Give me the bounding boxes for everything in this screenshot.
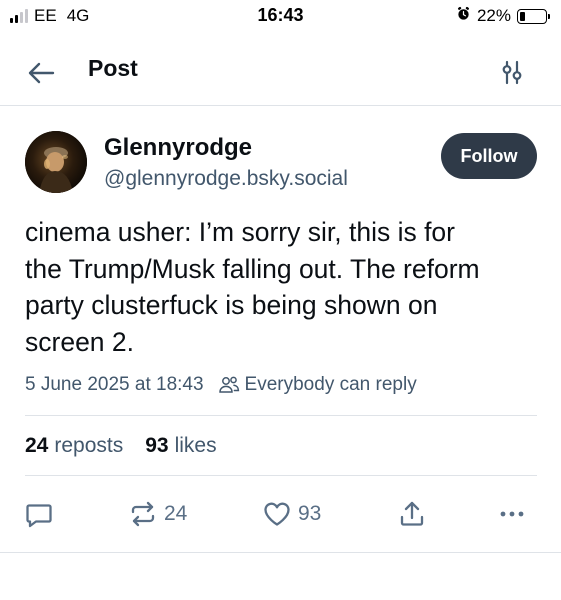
repost-count: 24 [164, 502, 188, 525]
author-handle[interactable]: @glennyrodge.bsky.social [104, 167, 348, 191]
post-timestamp: 5 June 2025 at 18:43 [25, 374, 204, 395]
share-icon [400, 501, 424, 526]
post-header: Post [0, 40, 561, 106]
back-button[interactable] [24, 56, 58, 90]
thread-settings-button[interactable] [495, 55, 529, 89]
more-options-button[interactable] [497, 497, 527, 531]
sliders-icon [502, 60, 522, 85]
alarm-icon [456, 6, 471, 26]
avatar[interactable] [25, 131, 87, 193]
status-bar: EE 4G 16:43 22% [0, 0, 561, 32]
post-text: cinema usher: I’m sorry sir, this is for… [25, 217, 480, 357]
likes-label: likes [174, 434, 217, 457]
post-meta: 5 June 2025 at 18:43 Everybody can reply [25, 374, 417, 396]
like-count: 93 [298, 502, 322, 525]
reposts-count: 24 [25, 434, 49, 457]
battery-icon [517, 8, 550, 24]
arrow-left-icon [28, 62, 55, 84]
likes-stat[interactable]: 93 likes [145, 434, 216, 458]
divider [25, 415, 537, 416]
page-title: Post [88, 55, 138, 81]
share-button[interactable] [397, 497, 427, 531]
reposts-stat[interactable]: 24 reposts [25, 434, 123, 458]
more-icon [500, 511, 524, 517]
follow-button[interactable]: Follow [441, 133, 537, 179]
reply-setting[interactable]: Everybody can reply [245, 374, 417, 396]
repost-icon [131, 501, 155, 527]
likes-count: 93 [145, 434, 169, 457]
like-button[interactable]: 93 [262, 497, 321, 531]
status-bar-right: 22% [456, 6, 550, 26]
repost-button[interactable]: 24 [128, 497, 187, 531]
author-display-name[interactable]: Glennyrodge [104, 134, 252, 162]
comment-icon [26, 504, 52, 528]
reply-button[interactable] [24, 497, 54, 531]
post-stats: 24 reposts 93 likes [25, 434, 217, 458]
reposts-label: reposts [54, 434, 124, 457]
people-icon [218, 375, 240, 395]
divider [25, 475, 537, 476]
battery-percent: 22% [476, 6, 511, 25]
divider [0, 552, 561, 553]
battery-fill [520, 11, 526, 21]
heart-icon [264, 502, 290, 526]
